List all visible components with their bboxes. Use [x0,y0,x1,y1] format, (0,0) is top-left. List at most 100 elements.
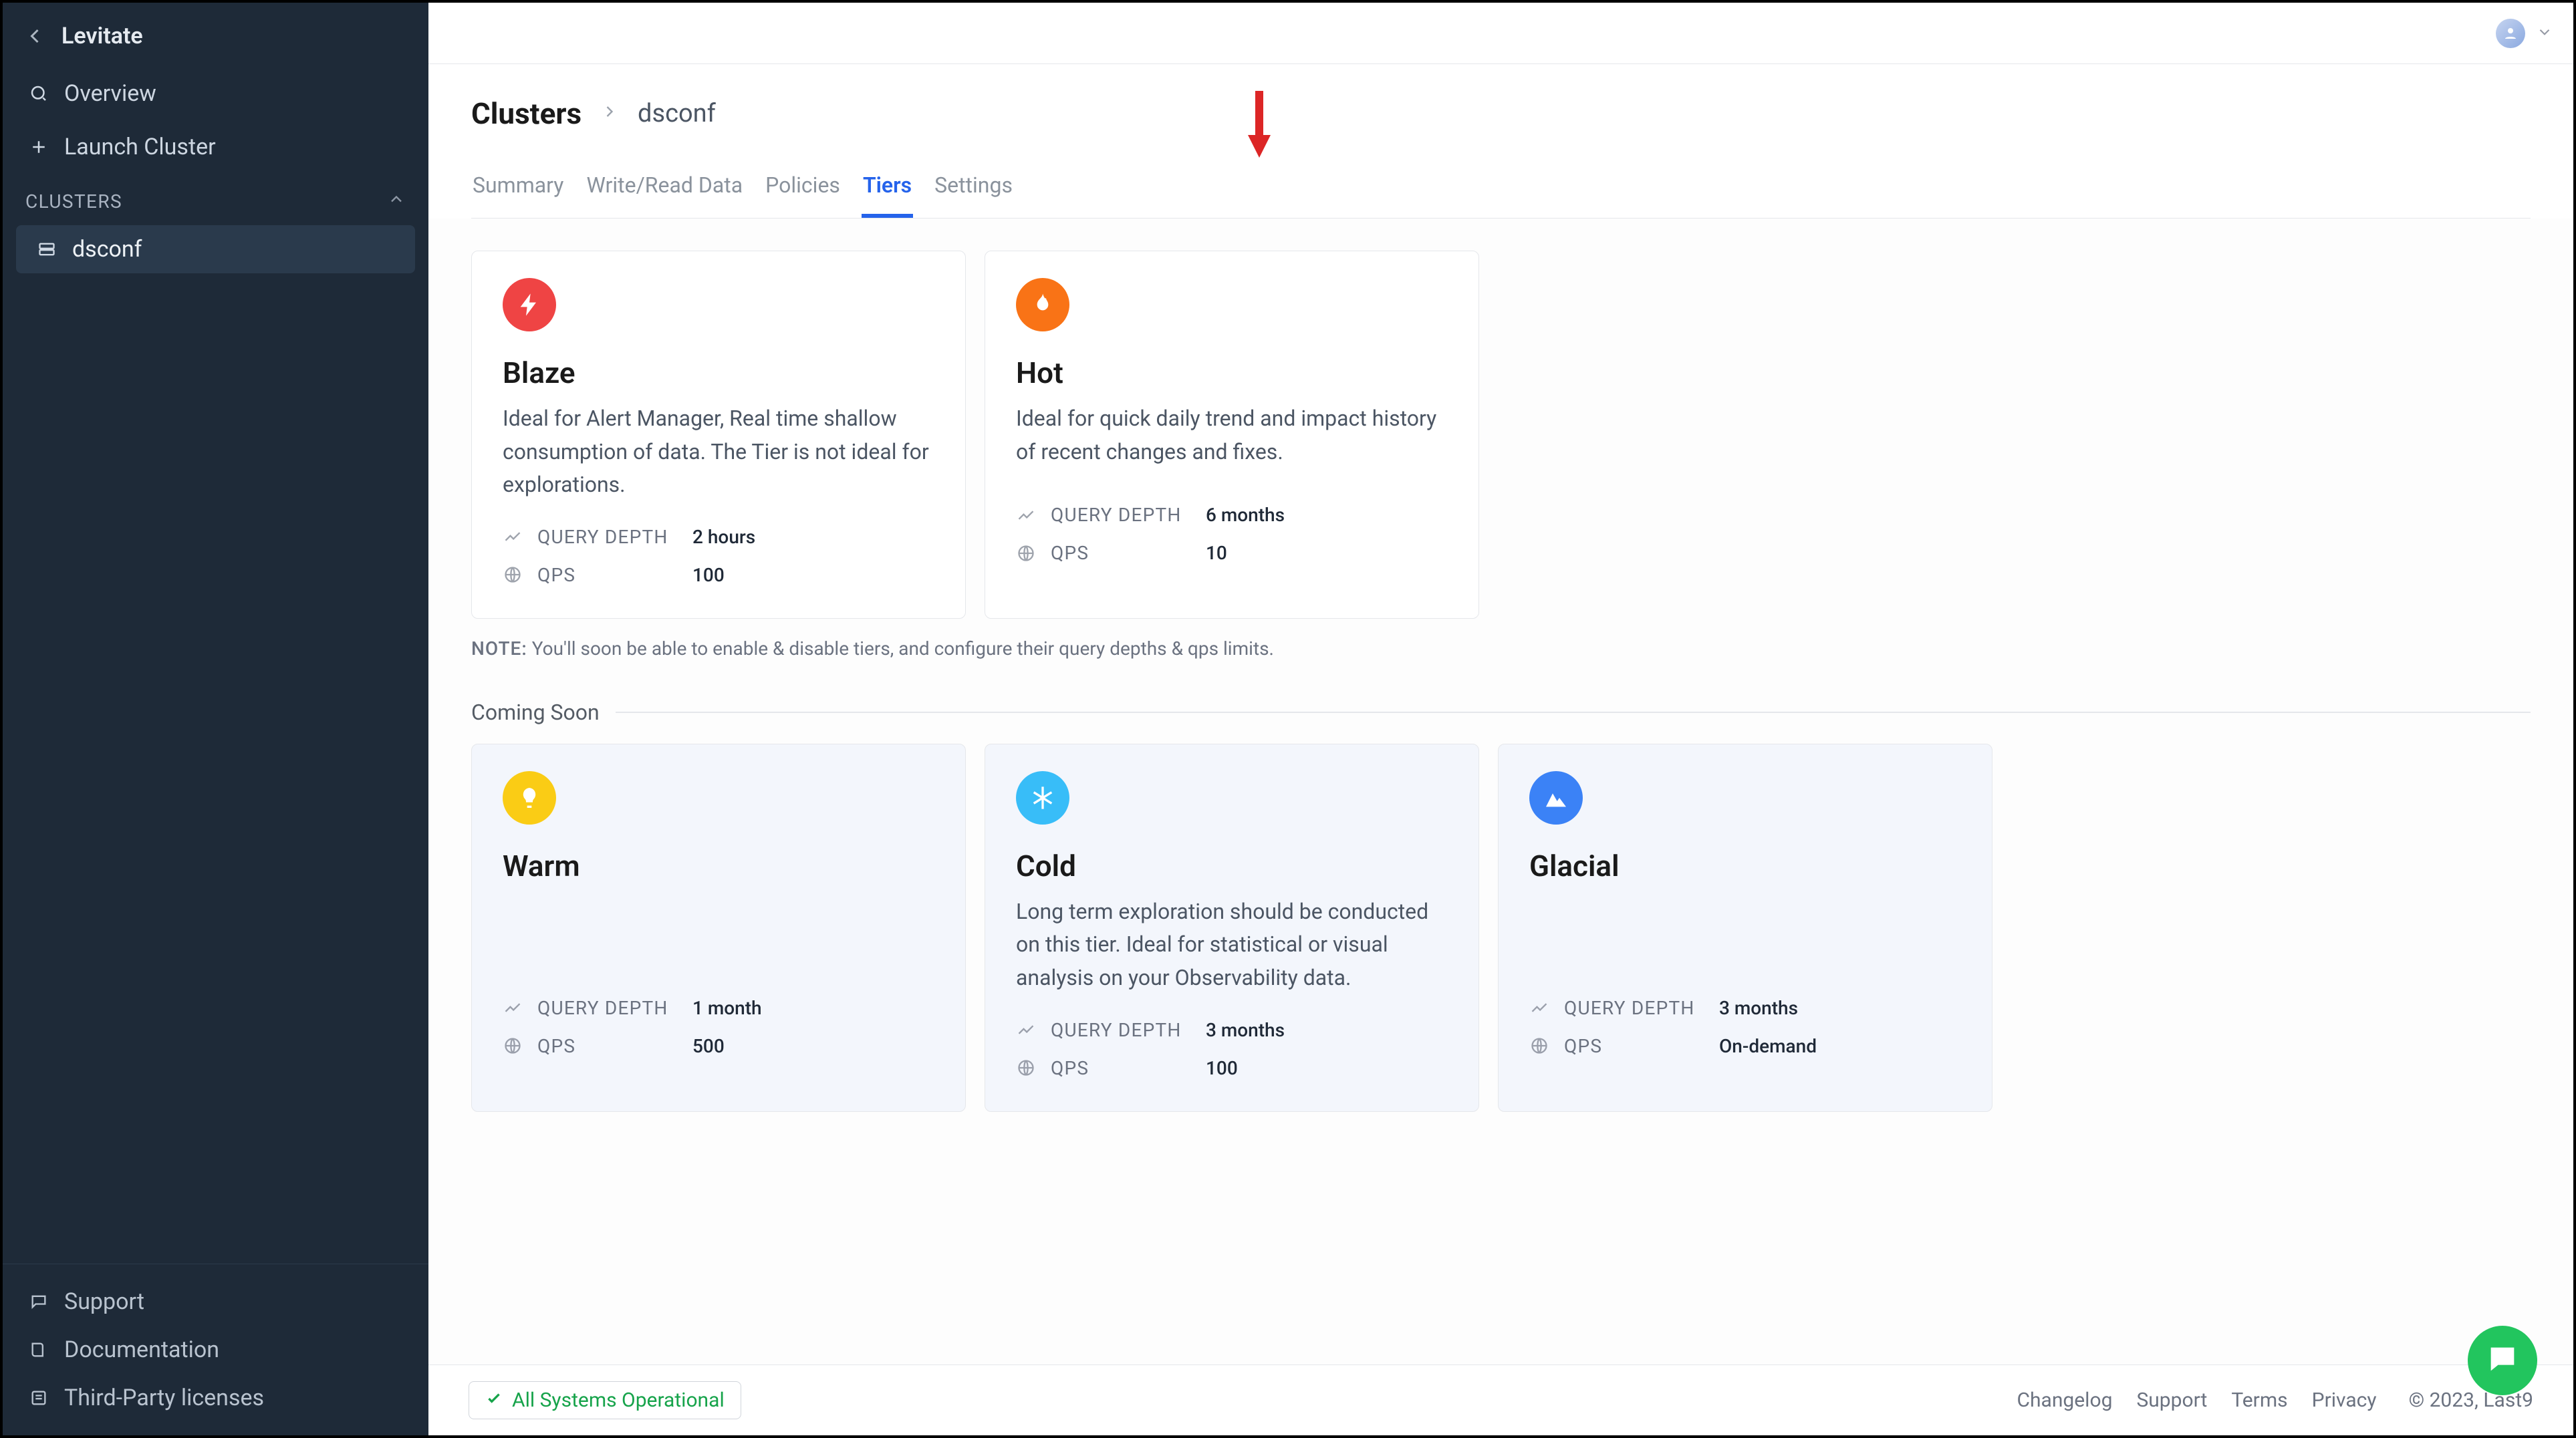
sidebar-cluster-item[interactable]: dsconf [16,225,415,273]
metric-query-depth: QUERY DEPTH 3 months [1529,989,1961,1027]
sidebar-section-clusters[interactable]: CLUSTERS [3,174,428,223]
sidebar-section-label: CLUSTERS [25,190,122,212]
tier-desc [503,895,934,973]
chat-icon [28,1291,49,1312]
trend-icon [503,527,523,547]
bulb-icon [503,771,556,825]
snowflake-icon [1016,771,1069,825]
metric-query-depth: QUERY DEPTH 1 month [503,989,934,1027]
coming-soon-divider: Coming Soon [471,700,2531,725]
metric-qps: QPS 100 [503,556,934,594]
tier-name: Warm [503,849,934,883]
book-icon [28,1339,49,1360]
metric-query-depth: QUERY DEPTH 6 months [1016,496,1448,534]
globe-icon [1529,1036,1549,1056]
topbar [428,3,2573,64]
metric-qps: QPS 500 [503,1027,934,1065]
status-pill[interactable]: All Systems Operational [469,1381,741,1419]
footer-link-support[interactable]: Support [2136,1389,2207,1412]
chat-fab[interactable] [2468,1326,2537,1395]
metric-qps: QPS 100 [1016,1049,1448,1087]
coming-soon-label: Coming Soon [471,700,600,725]
sidebar-brand[interactable]: Levitate [3,3,428,67]
globe-icon [503,1036,523,1056]
chevron-right-icon [600,100,619,127]
nav-licenses[interactable]: Third-Party licenses [3,1374,428,1422]
mountain-icon [1529,771,1583,825]
license-icon [28,1387,49,1409]
chat-bubble-icon [2485,1342,2520,1379]
server-icon [36,239,57,260]
metric-query-depth: QUERY DEPTH 3 months [1016,1011,1448,1049]
footer-link-terms[interactable]: Terms [2231,1389,2287,1412]
globe-icon [1016,543,1036,563]
chevron-down-icon[interactable] [2536,23,2553,43]
note-text: You'll soon be able to enable & disable … [532,637,1274,660]
nav-launch-label: Launch Cluster [64,134,216,160]
breadcrumb: Clusters dsconf [471,96,2531,131]
trend-icon [503,998,523,1018]
nav-docs[interactable]: Documentation [3,1326,428,1374]
nav-licenses-label: Third-Party licenses [64,1385,264,1411]
coming-soon-row: Warm QUERY DEPTH 1 month QPS 500 [471,744,2531,1112]
tier-desc [1529,895,1961,973]
tier-desc: Ideal for quick daily trend and impact h… [1016,402,1448,480]
tier-card-blaze[interactable]: Blaze Ideal for Alert Manager, Real time… [471,251,966,619]
sidebar-cluster-label: dsconf [72,236,142,263]
tier-card-cold: Cold Long term exploration should be con… [985,744,1479,1112]
tier-desc: Ideal for Alert Manager, Real time shall… [503,402,934,502]
avatar[interactable] [2496,19,2525,48]
nav-overview[interactable]: Overview [3,67,428,120]
status-text: All Systems Operational [512,1389,725,1412]
nav-launch-cluster[interactable]: Launch Cluster [3,120,428,174]
nav-overview-label: Overview [64,80,156,107]
tier-name: Glacial [1529,849,1961,883]
tier-card-warm: Warm QUERY DEPTH 1 month QPS 500 [471,744,966,1112]
tier-name: Hot [1016,355,1448,390]
active-tiers-row: Blaze Ideal for Alert Manager, Real time… [471,251,2531,619]
tier-desc: Long term exploration should be conducte… [1016,895,1448,995]
lightning-icon [503,278,556,331]
metric-qps: QPS 10 [1016,534,1448,572]
footer-links: Changelog Support Terms Privacy [2017,1389,2376,1412]
tab-write-read[interactable]: Write/Read Data [585,159,744,218]
tab-summary[interactable]: Summary [471,159,565,218]
tabs: Summary Write/Read Data Policies Tiers S… [471,159,2531,219]
footer-link-privacy[interactable]: Privacy [2312,1389,2377,1412]
breadcrumb-root[interactable]: Clusters [471,96,582,131]
page-head: Clusters dsconf Summary Write/Read Data … [428,64,2573,219]
tiers-note: NOTE: You'll soon be able to enable & di… [471,637,2531,660]
nav-support[interactable]: Support [3,1278,428,1326]
content: Blaze Ideal for Alert Manager, Real time… [428,219,2573,1364]
check-icon [485,1389,503,1412]
brand-label: Levitate [61,23,143,49]
trend-icon [1529,998,1549,1018]
tier-card-glacial: Glacial QUERY DEPTH 3 months QPS On-dema… [1498,744,1992,1112]
tab-policies[interactable]: Policies [764,159,842,218]
footer-link-changelog[interactable]: Changelog [2017,1389,2112,1412]
sidebar-bottom: Support Documentation Third-Party licens… [3,1264,428,1435]
footer-right: Changelog Support Terms Privacy © 2023, … [2017,1389,2533,1412]
overview-icon [28,83,49,104]
main: Clusters dsconf Summary Write/Read Data … [428,3,2573,1435]
fire-icon [1016,278,1069,331]
sidebar: Levitate Overview Launch Cluster CLUSTER… [3,3,428,1435]
tab-tiers[interactable]: Tiers [862,159,913,218]
tier-name: Blaze [503,355,934,390]
plus-icon [28,136,49,158]
nav-docs-label: Documentation [64,1336,219,1363]
breadcrumb-leaf: dsconf [638,99,716,128]
tab-settings[interactable]: Settings [933,159,1014,218]
globe-icon [1016,1058,1036,1078]
chevron-up-icon [387,190,406,213]
metric-query-depth: QUERY DEPTH 2 hours [503,518,934,556]
note-tag: NOTE: [471,637,527,660]
trend-icon [1016,1020,1036,1040]
metric-qps: QPS On-demand [1529,1027,1961,1065]
trend-icon [1016,505,1036,525]
tier-name: Cold [1016,849,1448,883]
nav-support-label: Support [64,1288,144,1315]
arrow-left-icon [23,24,47,48]
tier-card-hot[interactable]: Hot Ideal for quick daily trend and impa… [985,251,1479,619]
footer: All Systems Operational Changelog Suppor… [428,1364,2573,1435]
